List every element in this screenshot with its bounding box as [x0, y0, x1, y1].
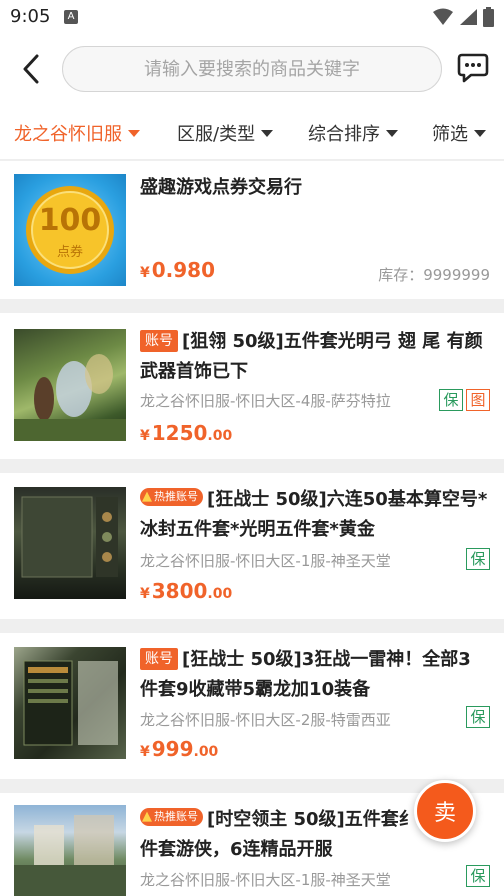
game-screenshot [14, 354, 126, 441]
filter-screen-label: 筛选 [432, 124, 468, 145]
listing-item[interactable]: 账号 [狂战士 50级]3狂战一雷神！全部3件套9收藏带5霸龙加10装备 龙之谷怀… [0, 633, 504, 779]
account-tag: 账号 [140, 648, 178, 670]
filter-bar: 龙之谷怀旧服 区服/类型 综合排序 筛选 [0, 104, 504, 160]
listing-badges: 保 [466, 865, 490, 887]
guarantee-badge: 保 [466, 865, 490, 887]
price-currency: ¥ [140, 428, 150, 444]
listing-title: ▲ 热推账号 [狂战士 50级]六连50基本算空号*冰封五件套*光明五件套*黄金 [140, 485, 488, 545]
price-value: 3800 [151, 579, 208, 603]
filter-screen[interactable]: 筛选 [432, 120, 486, 146]
coin-icon: 100 点券 [26, 186, 114, 274]
coin-subtext: 点券 [57, 244, 83, 260]
caret-down-icon [474, 129, 486, 137]
filter-game-label: 龙之谷怀旧服 [14, 124, 122, 145]
filter-game[interactable]: 龙之谷怀旧服 [14, 120, 140, 146]
caret-down-icon [261, 129, 274, 137]
hot-account-tag: ▲ 热推账号 [140, 808, 203, 826]
listing-thumbnail [14, 329, 126, 441]
listing-thumbnail [14, 487, 126, 599]
listing-title: 账号 [狂战士 50级]3狂战一雷神！全部3件套9收藏带5霸龙加10装备 [140, 645, 488, 705]
listing-server: 龙之谷怀旧服-怀旧大区-4服-萨芬特拉 [140, 392, 391, 410]
listing-badges: 保 图 [439, 389, 490, 411]
hot-account-label: 热推账号 [154, 490, 198, 503]
listing-thumbnail [14, 805, 126, 896]
chat-bubble-icon [457, 53, 489, 83]
listing-badges: 保 [466, 548, 490, 570]
listing-price: ¥1250.00 [140, 421, 232, 445]
notification-app-icon: A [64, 10, 78, 24]
game-screenshot [21, 496, 118, 578]
price-value: 1250 [151, 421, 208, 445]
flame-icon: ▲ [142, 809, 152, 824]
game-screenshot [14, 815, 126, 896]
account-tag: 账号 [140, 330, 178, 352]
status-icons [433, 7, 494, 27]
caret-down-icon [386, 129, 398, 137]
price-value: 999 [151, 737, 194, 761]
flame-icon: ▲ [142, 489, 152, 504]
search-box[interactable] [62, 46, 442, 92]
wifi-icon [433, 8, 453, 25]
price-decimal: .00 [207, 428, 233, 444]
back-button[interactable] [14, 50, 48, 88]
caret-down-icon [128, 129, 140, 137]
filter-sort-label: 综合排序 [308, 124, 380, 145]
search-input[interactable] [63, 58, 441, 80]
guarantee-badge: 保 [439, 389, 463, 411]
image-badge: 图 [466, 389, 490, 411]
stock-label: 库存：9999999 [378, 266, 490, 284]
game-screenshot [23, 660, 118, 746]
guarantee-badge: 保 [466, 706, 490, 728]
price-currency: ¥ [140, 744, 150, 760]
listing-title-text: [狙翎 50级]五件套光明弓 翅 尾 有颜 武器首饰已下 [140, 331, 483, 382]
guarantee-badge: 保 [466, 548, 490, 570]
listing-server: 龙之谷怀旧服-怀旧大区-1服-神圣天堂 [140, 552, 391, 570]
sell-button[interactable]: 卖 [414, 780, 476, 842]
listing-price: ¥3800.00 [140, 579, 232, 603]
listing-item[interactable]: ▲ 热推账号 [狂战士 50级]六连50基本算空号*冰封五件套*光明五件套*黄金 龙… [0, 473, 504, 619]
hot-account-label: 热推账号 [154, 810, 198, 823]
listing-badges: 保 [466, 706, 490, 728]
filter-server-type-label: 区服/类型 [177, 124, 256, 145]
hot-account-tag: ▲ 热推账号 [140, 488, 203, 506]
filter-sort[interactable]: 综合排序 [308, 120, 398, 146]
listing-item[interactable]: 账号 [狙翎 50级]五件套光明弓 翅 尾 有颜 武器首饰已下 龙之谷怀旧服-怀旧… [0, 313, 504, 459]
listing-item[interactable]: 100 点券 盛趣游戏点券交易行 ¥0.980 库存：9999999 [0, 161, 504, 299]
status-bar: 9:05 A [0, 0, 504, 34]
listing-thumbnail: 100 点券 [14, 174, 126, 286]
battery-icon [483, 7, 494, 27]
message-button[interactable] [456, 50, 490, 86]
chevron-left-icon [23, 54, 39, 84]
listing-server: 龙之谷怀旧服-怀旧大区-2服-特雷西亚 [140, 711, 391, 729]
cell-signal-icon [460, 9, 477, 25]
price-value: 0.980 [151, 258, 216, 282]
listing-price: ¥999.00 [140, 737, 218, 761]
price-decimal: .00 [207, 586, 233, 602]
price-currency: ¥ [140, 265, 150, 281]
listing-title-text: [狂战士 50级]3狂战一雷神！全部3件套9收藏带5霸龙加10装备 [140, 649, 471, 700]
search-header [0, 34, 504, 104]
coin-text: 100 [39, 203, 102, 238]
filter-server-type[interactable]: 区服/类型 [177, 120, 274, 146]
listing-title: 盛趣游戏点券交易行 [140, 177, 302, 198]
status-time: 9:05 [10, 6, 51, 27]
listing-server: 龙之谷怀旧服-怀旧大区-1服-神圣天堂 [140, 871, 391, 889]
listing-price: ¥0.980 [140, 258, 215, 282]
price-decimal: .00 [193, 744, 219, 760]
listing-thumbnail [14, 647, 126, 759]
listing-title: 账号 [狙翎 50级]五件套光明弓 翅 尾 有颜 武器首饰已下 [140, 327, 488, 387]
price-currency: ¥ [140, 586, 150, 602]
